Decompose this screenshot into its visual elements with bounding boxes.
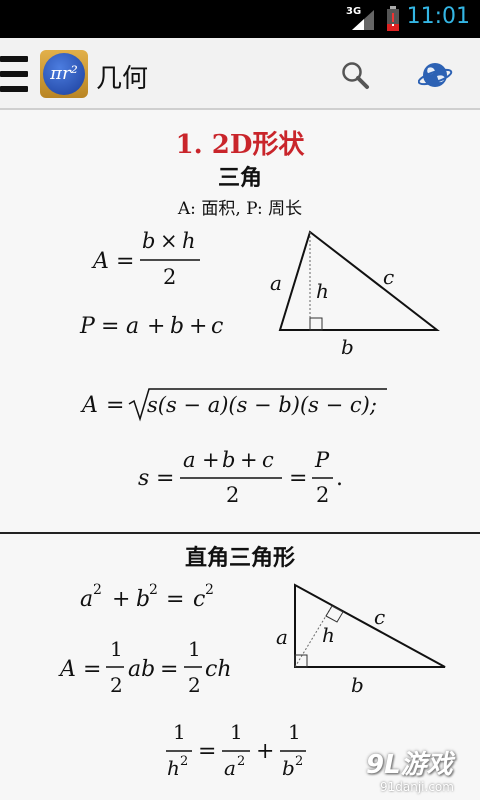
svg-text:1: 1 [230, 720, 243, 744]
svg-text:c: c [193, 587, 205, 612]
battery-icon [387, 6, 399, 31]
formula-content: 1. 2D形状 三角 A: 面积, P: 周长 A = b × h 2 P = … [0, 112, 480, 800]
svg-text:h: h [167, 756, 180, 780]
svg-text:A: A [58, 657, 76, 682]
svg-text:h: h [322, 623, 335, 647]
svg-text:b: b [136, 587, 150, 612]
svg-text:2: 2 [149, 582, 158, 598]
svg-text:1: 1 [110, 637, 123, 661]
svg-text:2: 2 [295, 754, 303, 769]
globe-icon[interactable] [418, 58, 454, 92]
svg-text:+: + [256, 739, 274, 764]
svg-text:2: 2 [93, 582, 102, 598]
svg-text:b: b [351, 673, 364, 697]
right-area-formula: A = 1 2 ab = 1 2 ch [58, 637, 232, 697]
svg-text:2: 2 [110, 673, 123, 697]
action-bar: πr² 几何 [0, 38, 480, 110]
svg-text:a: a [224, 756, 236, 780]
watermark-logo: 9L游戏 91danji.com [366, 744, 478, 798]
svg-text:1: 1 [173, 720, 186, 744]
svg-text:b: b [282, 756, 295, 780]
svg-text:2: 2 [188, 673, 201, 697]
pythagorean-formula: a 2 + b 2 = c 2 [80, 582, 214, 612]
signal-icon [352, 10, 374, 30]
svg-text:=: = [198, 739, 216, 764]
app-logo-text: πr² [43, 53, 85, 95]
status-bar: 3G 11:01 [0, 0, 480, 38]
watermark-text: 9L游戏 [366, 750, 453, 780]
svg-text:+: + [112, 587, 130, 612]
clock: 11:01 [406, 4, 470, 29]
svg-text:ch: ch [205, 657, 232, 682]
svg-text:2: 2 [180, 754, 188, 769]
right-triangle-formulas: a 2 + b 2 = c 2 A = 1 2 ab = 1 2 ch a h … [58, 582, 446, 780]
svg-text:=: = [160, 657, 178, 682]
right-triangle-figure: a h c b [276, 583, 446, 697]
altitude-formula: 1 h 2 = 1 a 2 + 1 b 2 [166, 720, 306, 780]
svg-text:=: = [166, 587, 184, 612]
svg-text:c: c [374, 605, 385, 629]
svg-text:ab: ab [128, 657, 155, 682]
menu-icon[interactable] [0, 56, 28, 94]
watermark-url: 91danji.com [380, 780, 454, 794]
svg-text:2: 2 [237, 754, 245, 769]
svg-text:1: 1 [288, 720, 301, 744]
svg-text:2: 2 [205, 582, 214, 598]
search-icon[interactable] [340, 60, 370, 90]
app-title: 几何 [96, 64, 149, 94]
svg-text:=: = [83, 657, 101, 682]
svg-text:a: a [80, 587, 93, 612]
app-logo[interactable]: πr² [40, 50, 88, 98]
svg-text:a: a [276, 625, 288, 649]
svg-text:1: 1 [188, 637, 201, 661]
